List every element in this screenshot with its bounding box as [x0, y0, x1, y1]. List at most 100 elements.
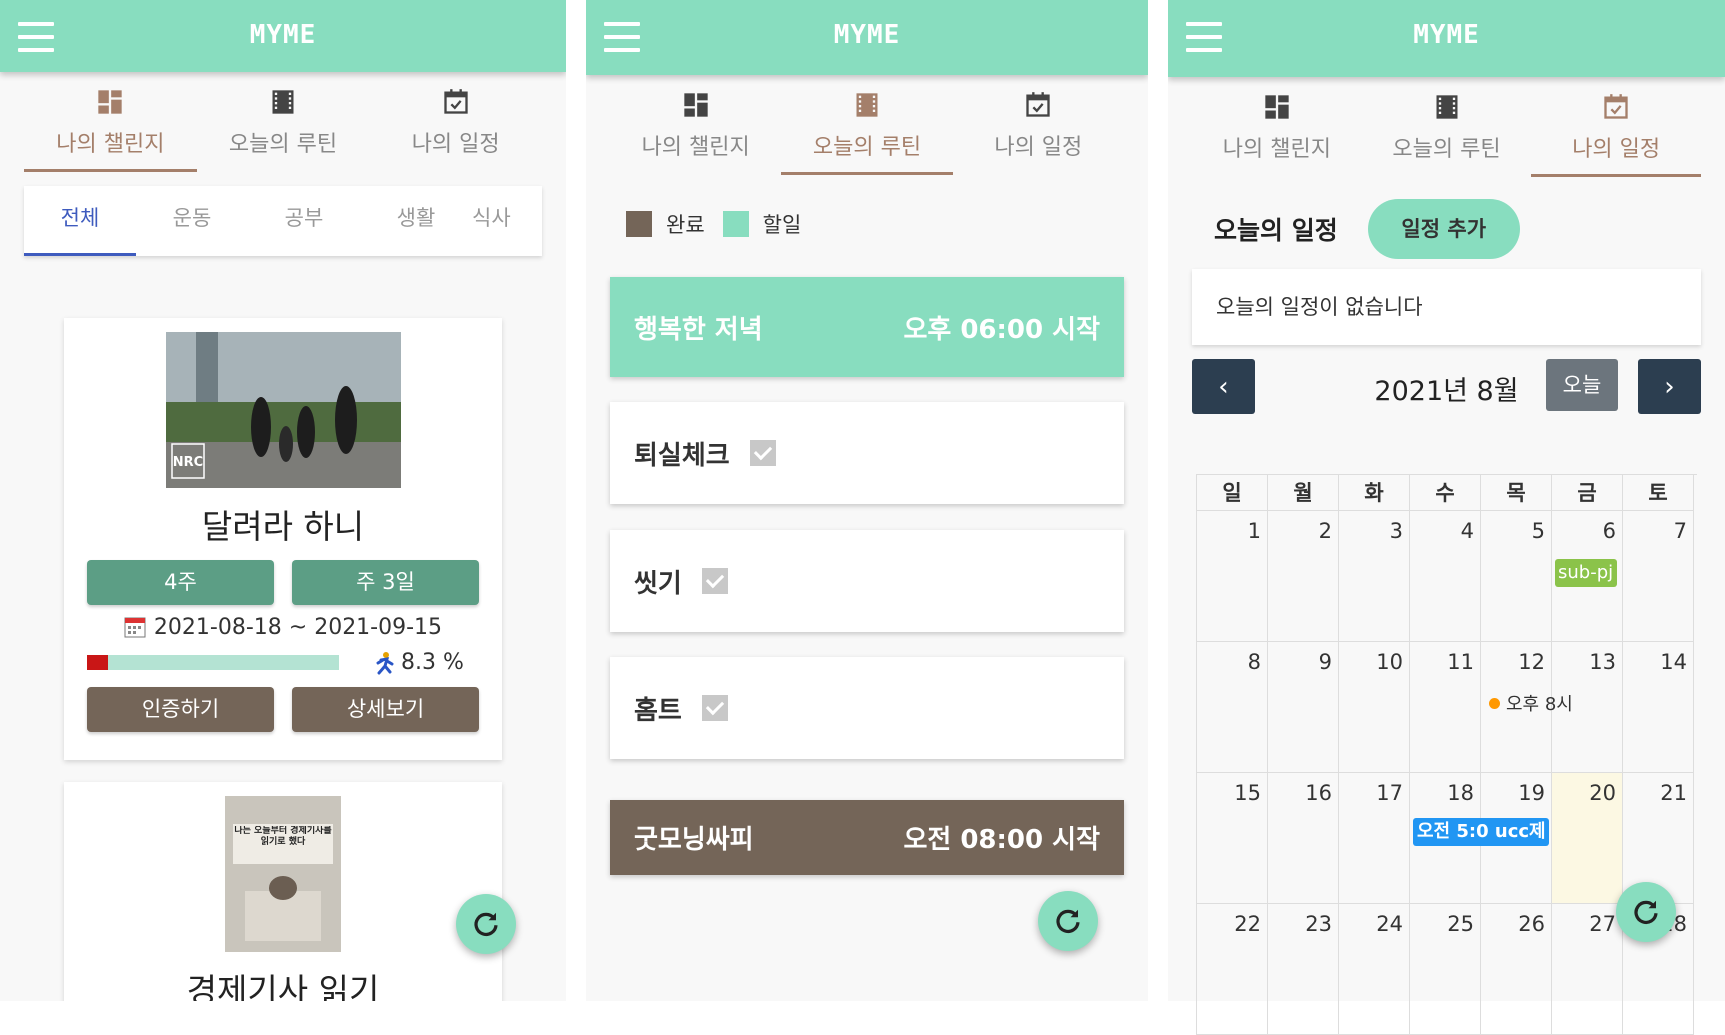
detail-button[interactable]: 상세보기 [292, 687, 479, 732]
routine-group-header[interactable]: 행복한 저녁 오후 06:00 시작 [610, 277, 1124, 377]
tab-label: 오늘의 루틴 [228, 132, 338, 157]
refresh-button[interactable] [1616, 882, 1676, 942]
tab-my-schedule[interactable]: 나의 일정 [1531, 77, 1701, 177]
tab-label: 나의 일정 [994, 135, 1083, 160]
category-tab-all[interactable]: 전체 [24, 186, 136, 256]
calendar-day[interactable]: 7 [1623, 511, 1694, 642]
app-bar: MYME [0, 0, 566, 72]
challenge-card[interactable]: NRC 달려라 하니 4주 주 3일 2021-08-18 ~ 2021-09-… [64, 318, 502, 760]
film-icon [1436, 95, 1457, 119]
calendar-day[interactable]: 17 [1339, 773, 1410, 904]
tab-my-challenge[interactable]: 나의 챌린지 [610, 75, 781, 175]
dashboard-icon [683, 93, 708, 117]
card-actions: 인증하기 상세보기 [64, 687, 502, 732]
calendar-event[interactable]: sub-pj [1555, 559, 1617, 587]
routine-item[interactable]: 씻기 [610, 530, 1124, 632]
calendar-day[interactable]: 6 sub-pj [1552, 511, 1623, 642]
weekday-label: 목 [1481, 475, 1552, 511]
category-tab-life[interactable]: 생활 [360, 186, 472, 256]
certify-button[interactable]: 인증하기 [87, 687, 274, 732]
calendar-day-today[interactable]: 20 [1552, 773, 1623, 904]
calendar-event[interactable]: 오후 8시 [1489, 690, 1573, 716]
day-number: 18 [1447, 781, 1474, 805]
legend-todo-label: 할일 [762, 213, 802, 237]
calendar-day[interactable]: 10 [1339, 642, 1410, 773]
tab-label: 나의 일정 [1572, 137, 1661, 162]
calendar-day[interactable]: 25 [1410, 904, 1481, 1035]
calendar-day[interactable]: 11 [1410, 642, 1481, 773]
calendar-day[interactable]: 23 [1268, 904, 1339, 1035]
challenge-card[interactable]: 나는 오늘부터 경제기사를 읽기로 했다 경제기사 읽기 [64, 782, 502, 1001]
day-number: 10 [1376, 650, 1403, 674]
tab-my-challenge[interactable]: 나의 챌린지 [1192, 77, 1362, 177]
runner-icon [376, 651, 394, 674]
day-number: 8 [1247, 650, 1261, 674]
category-tab-study[interactable]: 공부 [248, 186, 360, 256]
routine-item-label: 퇴실체크 [634, 440, 730, 471]
next-month-button[interactable]: › [1638, 359, 1701, 414]
tab-my-challenge[interactable]: 나의 챌린지 [24, 72, 197, 172]
frequency-badge: 주 3일 [292, 560, 479, 605]
calendar-check-icon [1604, 94, 1628, 119]
progress-text: 8.3 % [401, 650, 464, 675]
calendar-day[interactable]: 24 [1339, 904, 1410, 1035]
refresh-icon [1056, 909, 1080, 934]
calendar-day[interactable]: 4 [1410, 511, 1481, 642]
app-logo[interactable]: MYME [1168, 20, 1725, 50]
calendar-day[interactable]: 12 오후 8시 [1481, 642, 1573, 773]
routine-group-time: 오전 08:00 시작 [903, 825, 1100, 855]
calendar-day[interactable]: 5 [1481, 511, 1552, 642]
calendar-day[interactable]: 14 [1623, 642, 1694, 773]
day-number: 3 [1389, 519, 1403, 543]
calendar-event[interactable]: 오전 5:0 ucc제 [1413, 818, 1549, 846]
calendar-day[interactable]: 1 [1197, 511, 1268, 642]
tab-my-schedule[interactable]: 나의 일정 [953, 75, 1124, 175]
tab-today-routine[interactable]: 오늘의 루틴 [781, 75, 953, 175]
routine-item[interactable]: 퇴실체크 [610, 402, 1124, 504]
checkbox[interactable] [701, 695, 728, 721]
calendar-week: 1 2 3 4 5 6 sub-pj 7 [1197, 511, 1697, 642]
main-nav: 나의 챌린지 오늘의 루틴 나의 일정 [24, 72, 542, 172]
tab-today-routine[interactable]: 오늘의 루틴 [1362, 77, 1532, 177]
dashboard-icon [1265, 95, 1289, 119]
challenge-image: 나는 오늘부터 경제기사를 읽기로 했다 [225, 796, 341, 952]
weekday-label: 화 [1339, 475, 1410, 511]
calendar-day[interactable]: 16 [1268, 773, 1339, 904]
routine-item-label: 홈트 [634, 695, 682, 726]
film-icon [856, 93, 878, 117]
calendar-day[interactable]: 8 [1197, 642, 1268, 773]
category-tab-meal[interactable]: 식사 [472, 186, 532, 256]
refresh-button[interactable] [1038, 891, 1098, 951]
routine-group-header[interactable]: 굿모닝싸피 오전 08:00 시작 [610, 800, 1124, 875]
nrc-badge: NRC [172, 455, 202, 470]
app-bar: MYME [1168, 0, 1725, 77]
checkbox[interactable] [749, 440, 776, 466]
calendar-day[interactable]: 3 [1339, 511, 1410, 642]
tab-my-schedule[interactable]: 나의 일정 [369, 72, 542, 172]
weekday-label: 토 [1623, 475, 1694, 511]
calendar-day[interactable]: 22 [1197, 904, 1268, 1035]
calendar-day[interactable]: 18 오전 5:0 ucc제 [1410, 773, 1549, 904]
today-button[interactable]: 오늘 [1546, 359, 1618, 411]
challenge-title: 달려라 하니 [201, 507, 365, 546]
add-schedule-button[interactable]: 일정 추가 [1367, 199, 1520, 259]
routine-item[interactable]: 홈트 [610, 657, 1124, 759]
checkbox[interactable] [701, 568, 728, 594]
tab-today-routine[interactable]: 오늘의 루틴 [197, 72, 370, 172]
calendar-day[interactable]: 2 [1268, 511, 1339, 642]
calendar-day[interactable]: 15 [1197, 773, 1268, 904]
day-number: 17 [1376, 781, 1403, 805]
category-tab-exercise[interactable]: 운동 [136, 186, 248, 256]
app-logo[interactable]: MYME [586, 20, 1148, 50]
tab-label: 나의 챌린지 [641, 135, 750, 160]
day-number: 2 [1318, 519, 1332, 543]
calendar-day[interactable]: 9 [1268, 642, 1339, 773]
calendar-day[interactable]: 26 [1481, 904, 1552, 1035]
day-number: 20 [1589, 781, 1616, 805]
calendar-day[interactable]: 27 [1552, 904, 1623, 1035]
app-logo[interactable]: MYME [0, 20, 566, 50]
dashboard-icon [98, 90, 122, 114]
duration-badge: 4주 [87, 560, 274, 605]
chevron-right-icon: › [1664, 371, 1675, 402]
refresh-button[interactable] [456, 894, 516, 954]
